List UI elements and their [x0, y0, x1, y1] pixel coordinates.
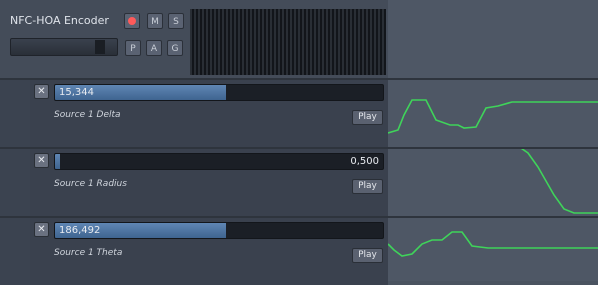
lane-strip: [0, 149, 30, 216]
fader-handle[interactable]: [95, 40, 105, 54]
lane-controls: ✕ 0,500 Source 1 Radius Play: [30, 149, 388, 216]
value-slider[interactable]: 0,500: [54, 153, 384, 170]
automation-lane-theta: ✕ 186,492 Source 1 Theta Play: [0, 218, 598, 285]
record-icon: [128, 17, 136, 25]
close-icon[interactable]: ✕: [34, 153, 49, 168]
play-button[interactable]: Play: [352, 110, 383, 125]
slider-value: 186,492: [59, 225, 101, 236]
automation-curve[interactable]: [388, 218, 598, 285]
meter-segments: [190, 9, 386, 75]
lane-controls: ✕ 15,344 Source 1 Delta Play: [30, 80, 388, 147]
group-button[interactable]: G: [167, 40, 183, 56]
mute-button[interactable]: M: [147, 13, 163, 29]
automation-curve[interactable]: [388, 149, 598, 216]
automation-lane-delta: ✕ 15,344 Source 1 Delta Play: [0, 80, 598, 147]
volume-fader[interactable]: [10, 38, 118, 56]
automation-curve[interactable]: [388, 80, 598, 147]
track-header: NFC-HOA Encoder M S P A G: [0, 0, 388, 78]
play-button[interactable]: Play: [352, 248, 383, 263]
close-icon[interactable]: ✕: [34, 222, 49, 237]
slider-fill: [55, 154, 60, 169]
automation-lane-radius: ✕ 0,500 Source 1 Radius Play: [0, 149, 598, 216]
lane-name: Source 1 Radius: [54, 179, 127, 189]
lane-strip: [0, 80, 30, 147]
value-slider[interactable]: 15,344: [54, 84, 384, 101]
playlist-button[interactable]: P: [125, 40, 141, 56]
value-slider[interactable]: 186,492: [54, 222, 384, 239]
lane-name: Source 1 Delta: [54, 110, 121, 120]
track-name[interactable]: NFC-HOA Encoder: [10, 14, 109, 27]
lane-strip: [0, 218, 30, 285]
level-meter: [190, 9, 386, 75]
slider-value: 15,344: [59, 87, 94, 98]
lane-controls: ✕ 186,492 Source 1 Theta Play: [30, 218, 388, 285]
solo-button[interactable]: S: [168, 13, 184, 29]
play-button[interactable]: Play: [352, 179, 383, 194]
automation-button[interactable]: A: [146, 40, 162, 56]
lane-name: Source 1 Theta: [54, 248, 123, 258]
record-arm-button[interactable]: [124, 13, 140, 29]
close-icon[interactable]: ✕: [34, 84, 49, 99]
slider-value: 0,500: [350, 156, 379, 167]
